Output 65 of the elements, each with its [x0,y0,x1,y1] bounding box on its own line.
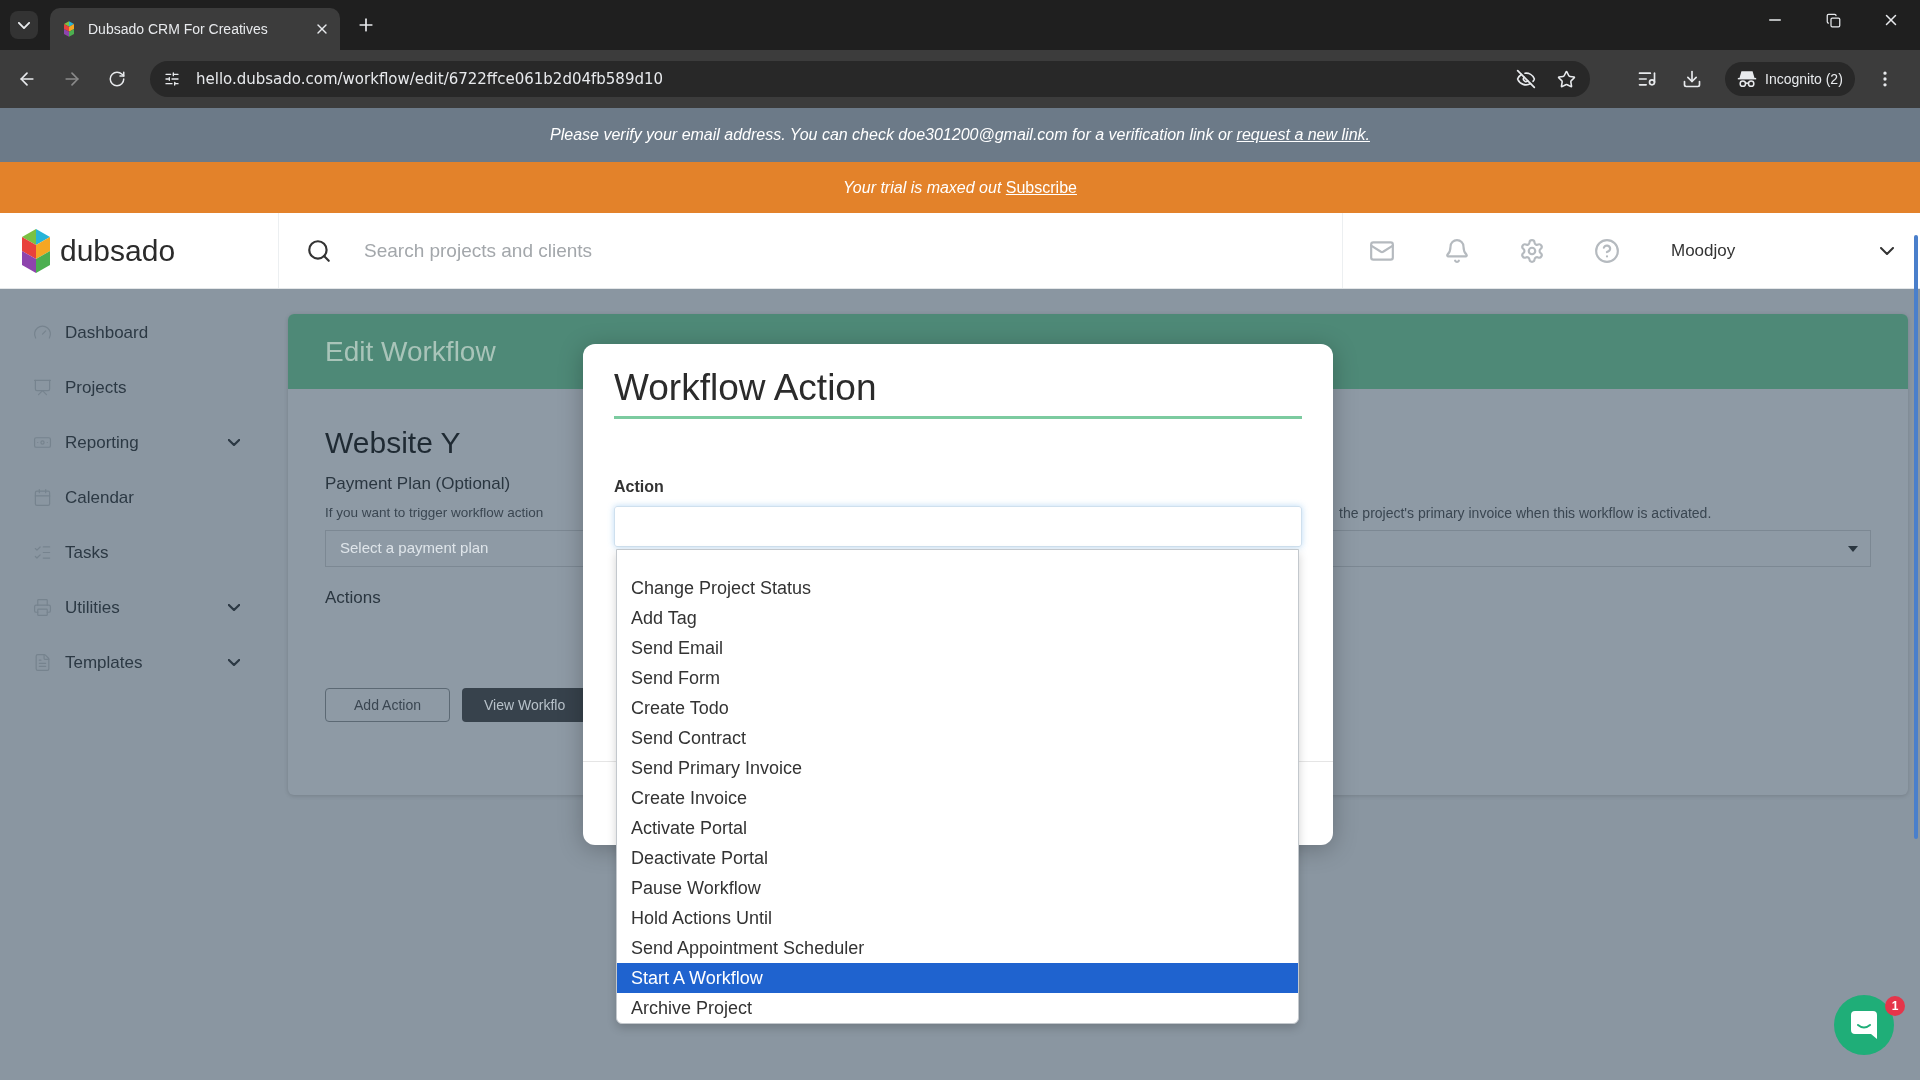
chat-button[interactable] [1834,995,1894,1055]
caret-icon [1848,545,1858,552]
sidebar-item[interactable]: Utilities [0,580,288,635]
dropdown-option[interactable]: Hold Actions Until [617,903,1298,933]
dropdown-option[interactable]: Send Primary Invoice [617,753,1298,783]
workflow-name: Website Y [325,425,461,461]
chat-bubble-icon [1851,1011,1877,1039]
url-text: hello.dubsado.com/workflow/edit/6722ffce061b2d04fb589d10 [196,68,664,90]
search-field[interactable]: Search projects and clients [349,225,1342,276]
page-title: Edit Workflow [325,334,496,369]
chevron-down-icon [228,604,240,611]
user-menu[interactable]: Moodjoy [1671,237,1920,264]
reload-icon[interactable] [108,70,126,88]
incognito-icon [1737,70,1757,88]
verify-email-text: Please verify your email address. You can check doe301200@gmail.com for a verification link or request a new link. [550,125,1370,145]
hint-text: the project's primary invoice when this workflow is activated. [1339,504,1712,522]
incognito-pill[interactable]: Incognito (2) [1725,62,1855,96]
cube-favicon-icon [64,21,74,37]
scrollbar-thumb[interactable] [1914,235,1918,839]
sidebar-item[interactable]: Reporting [0,415,288,470]
browser-tab[interactable]: Dubsado CRM For Creatives [50,8,340,50]
search-icon [306,237,332,264]
dropdown-option[interactable]: Send Email [617,633,1298,663]
dropdown-option[interactable]: Pause Workflow [617,873,1298,903]
dropdown-option[interactable]: Activate Portal [617,813,1298,843]
address-bar[interactable]: hello.dubsado.com/workflow/edit/6722ffce061b2d04fb589d10 [150,61,1590,97]
eye-off-icon[interactable] [1516,69,1536,89]
media-icon[interactable] [1637,69,1657,89]
dropdown-option[interactable]: Send Form [617,663,1298,693]
modal-title: Workflow Action [614,366,877,410]
dropdown-option[interactable]: Add Tag [617,603,1298,633]
chevron-down-icon [228,439,240,446]
dropdown-option[interactable]: Create Invoice [617,783,1298,813]
chevron-down-icon [18,21,30,29]
sidebar-item[interactable]: Dashboard [0,305,288,360]
dropdown-option[interactable]: Send Contract [617,723,1298,753]
actions-label: Actions [325,587,381,609]
chevron-down-icon [1880,246,1894,255]
restore-icon[interactable] [1825,12,1841,28]
payment-plan-label: Payment Plan (Optional) [325,473,511,495]
download-icon[interactable] [1682,69,1702,89]
hint-text: If you want to trigger workflow action [325,504,544,522]
tab-search-button[interactable] [10,11,38,39]
dropdown-option[interactable]: Archive Project [617,993,1298,1023]
notification-badge: 1 [1885,996,1905,1016]
sidebar-item[interactable]: Tasks [0,525,288,580]
cube-logo-icon [22,228,50,273]
tab-title: Dubsado CRM For Creatives [88,19,268,39]
logo-text: dubsado [60,235,176,266]
chevron-down-icon [228,659,240,666]
dropdown-option[interactable]: Start A Workflow [617,963,1298,993]
request-link[interactable]: request a new link. [1236,126,1370,143]
dropdown-option[interactable]: Deactivate Portal [617,843,1298,873]
sidebar-item[interactable]: Calendar [0,470,288,525]
dropdown-option[interactable]: Create Todo [617,693,1298,723]
action-label: Action [614,477,664,497]
dropdown-option[interactable]: Change Project Status [617,573,1298,603]
view-workflow-button[interactable]: View Workflo [462,688,583,722]
dropdown-option[interactable]: Send Appointment Scheduler [617,933,1298,963]
star-icon[interactable] [1557,69,1576,89]
sidebar-item[interactable]: Projects [0,360,288,415]
sidebar-item[interactable]: Templates [0,635,288,690]
action-input-field[interactable] [614,506,1302,547]
site-settings-icon[interactable] [164,71,180,87]
trial-text: Your trial is maxed out Subscribe [843,177,1077,198]
